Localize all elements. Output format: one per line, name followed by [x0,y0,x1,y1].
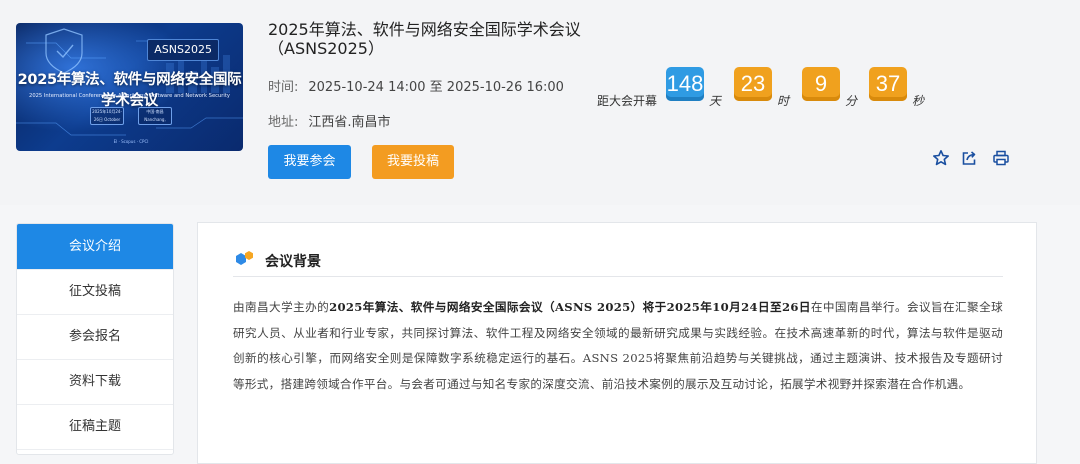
countdown-seconds: 37 [869,67,907,101]
sidebar-item-registration[interactable]: 参会报名 [17,315,173,360]
body-highlight: 2025年算法、软件与网络安全国际会议（ASNS 2025）将于2025年10月… [329,300,811,314]
address-value: 江西省.南昌市 [308,115,391,130]
conference-time: 时间: 2025-10-24 14:00 至 2025-10-26 16:00 [268,76,564,95]
countdown-hours: 23 [734,67,772,101]
countdown-label: 距大会开幕 [597,94,658,108]
section-title: 会议背景 [265,254,321,270]
poster-badge: ASNS2025 [147,39,219,61]
sidebar-nav: 会议介绍 征文投稿 参会报名 资料下载 征稿主题 [16,223,174,455]
countdown-minutes-unit: 分 [845,94,858,108]
countdown-seconds-unit: 秒 [912,94,925,108]
countdown-minutes: 9 [802,67,840,101]
conference-header: ASNS2025 2025年算法、软件与网络安全国际学术会议 2025 Inte… [0,0,1080,205]
address-label: 地址: [268,115,299,130]
sidebar-item-downloads[interactable]: 资料下载 [17,360,173,405]
poster-location-chip: 中国·南昌 Nanchang, China [138,107,172,125]
poster-index-strip: EI · Scopus · CPCI [113,139,149,144]
poster-date-chip: 2025年10月24-26日 October 24-26 [90,107,124,125]
section-header: 会议背景 [233,248,1003,277]
poster-title: 2025年算法、软件与网络安全国际学术会议 [17,72,242,109]
section-body: 由南昌大学主办的2025年算法、软件与网络安全国际会议（ASNS 2025）将于… [233,295,1003,397]
submit-paper-button[interactable]: 我要投稿 [372,145,454,179]
register-button[interactable]: 我要参会 [268,145,351,179]
countdown-days-unit: 天 [709,94,722,108]
print-icon[interactable] [992,149,1010,167]
countdown-hours-unit: 时 [777,94,790,108]
conference-poster: ASNS2025 2025年算法、软件与网络安全国际学术会议 2025 Inte… [16,23,243,151]
time-value: 2025-10-24 14:00 至 2025-10-26 16:00 [308,80,564,95]
sidebar-item-call-for-papers[interactable]: 征文投稿 [17,270,173,315]
sidebar-item-topics[interactable]: 征稿主题 [17,405,173,450]
conference-title: 2025年算法、软件与网络安全国际学术会议（ASNS2025） [268,20,581,58]
sidebar-item-intro[interactable]: 会议介绍 [17,224,173,270]
star-icon[interactable] [932,149,950,167]
conference-address: 地址: 江西省.南昌市 [268,111,391,130]
share-icon[interactable] [960,149,978,167]
body-prefix: 由南昌大学主办的 [233,300,330,314]
countdown-days: 148 [666,67,704,101]
poster-subtitle: 2025 International Conference on Algorit… [29,93,230,99]
main-content: 会议背景 由南昌大学主办的2025年算法、软件与网络安全国际会议（ASNS 20… [197,222,1037,464]
time-label: 时间: [268,80,299,95]
section-hexagon-icon [236,251,253,265]
